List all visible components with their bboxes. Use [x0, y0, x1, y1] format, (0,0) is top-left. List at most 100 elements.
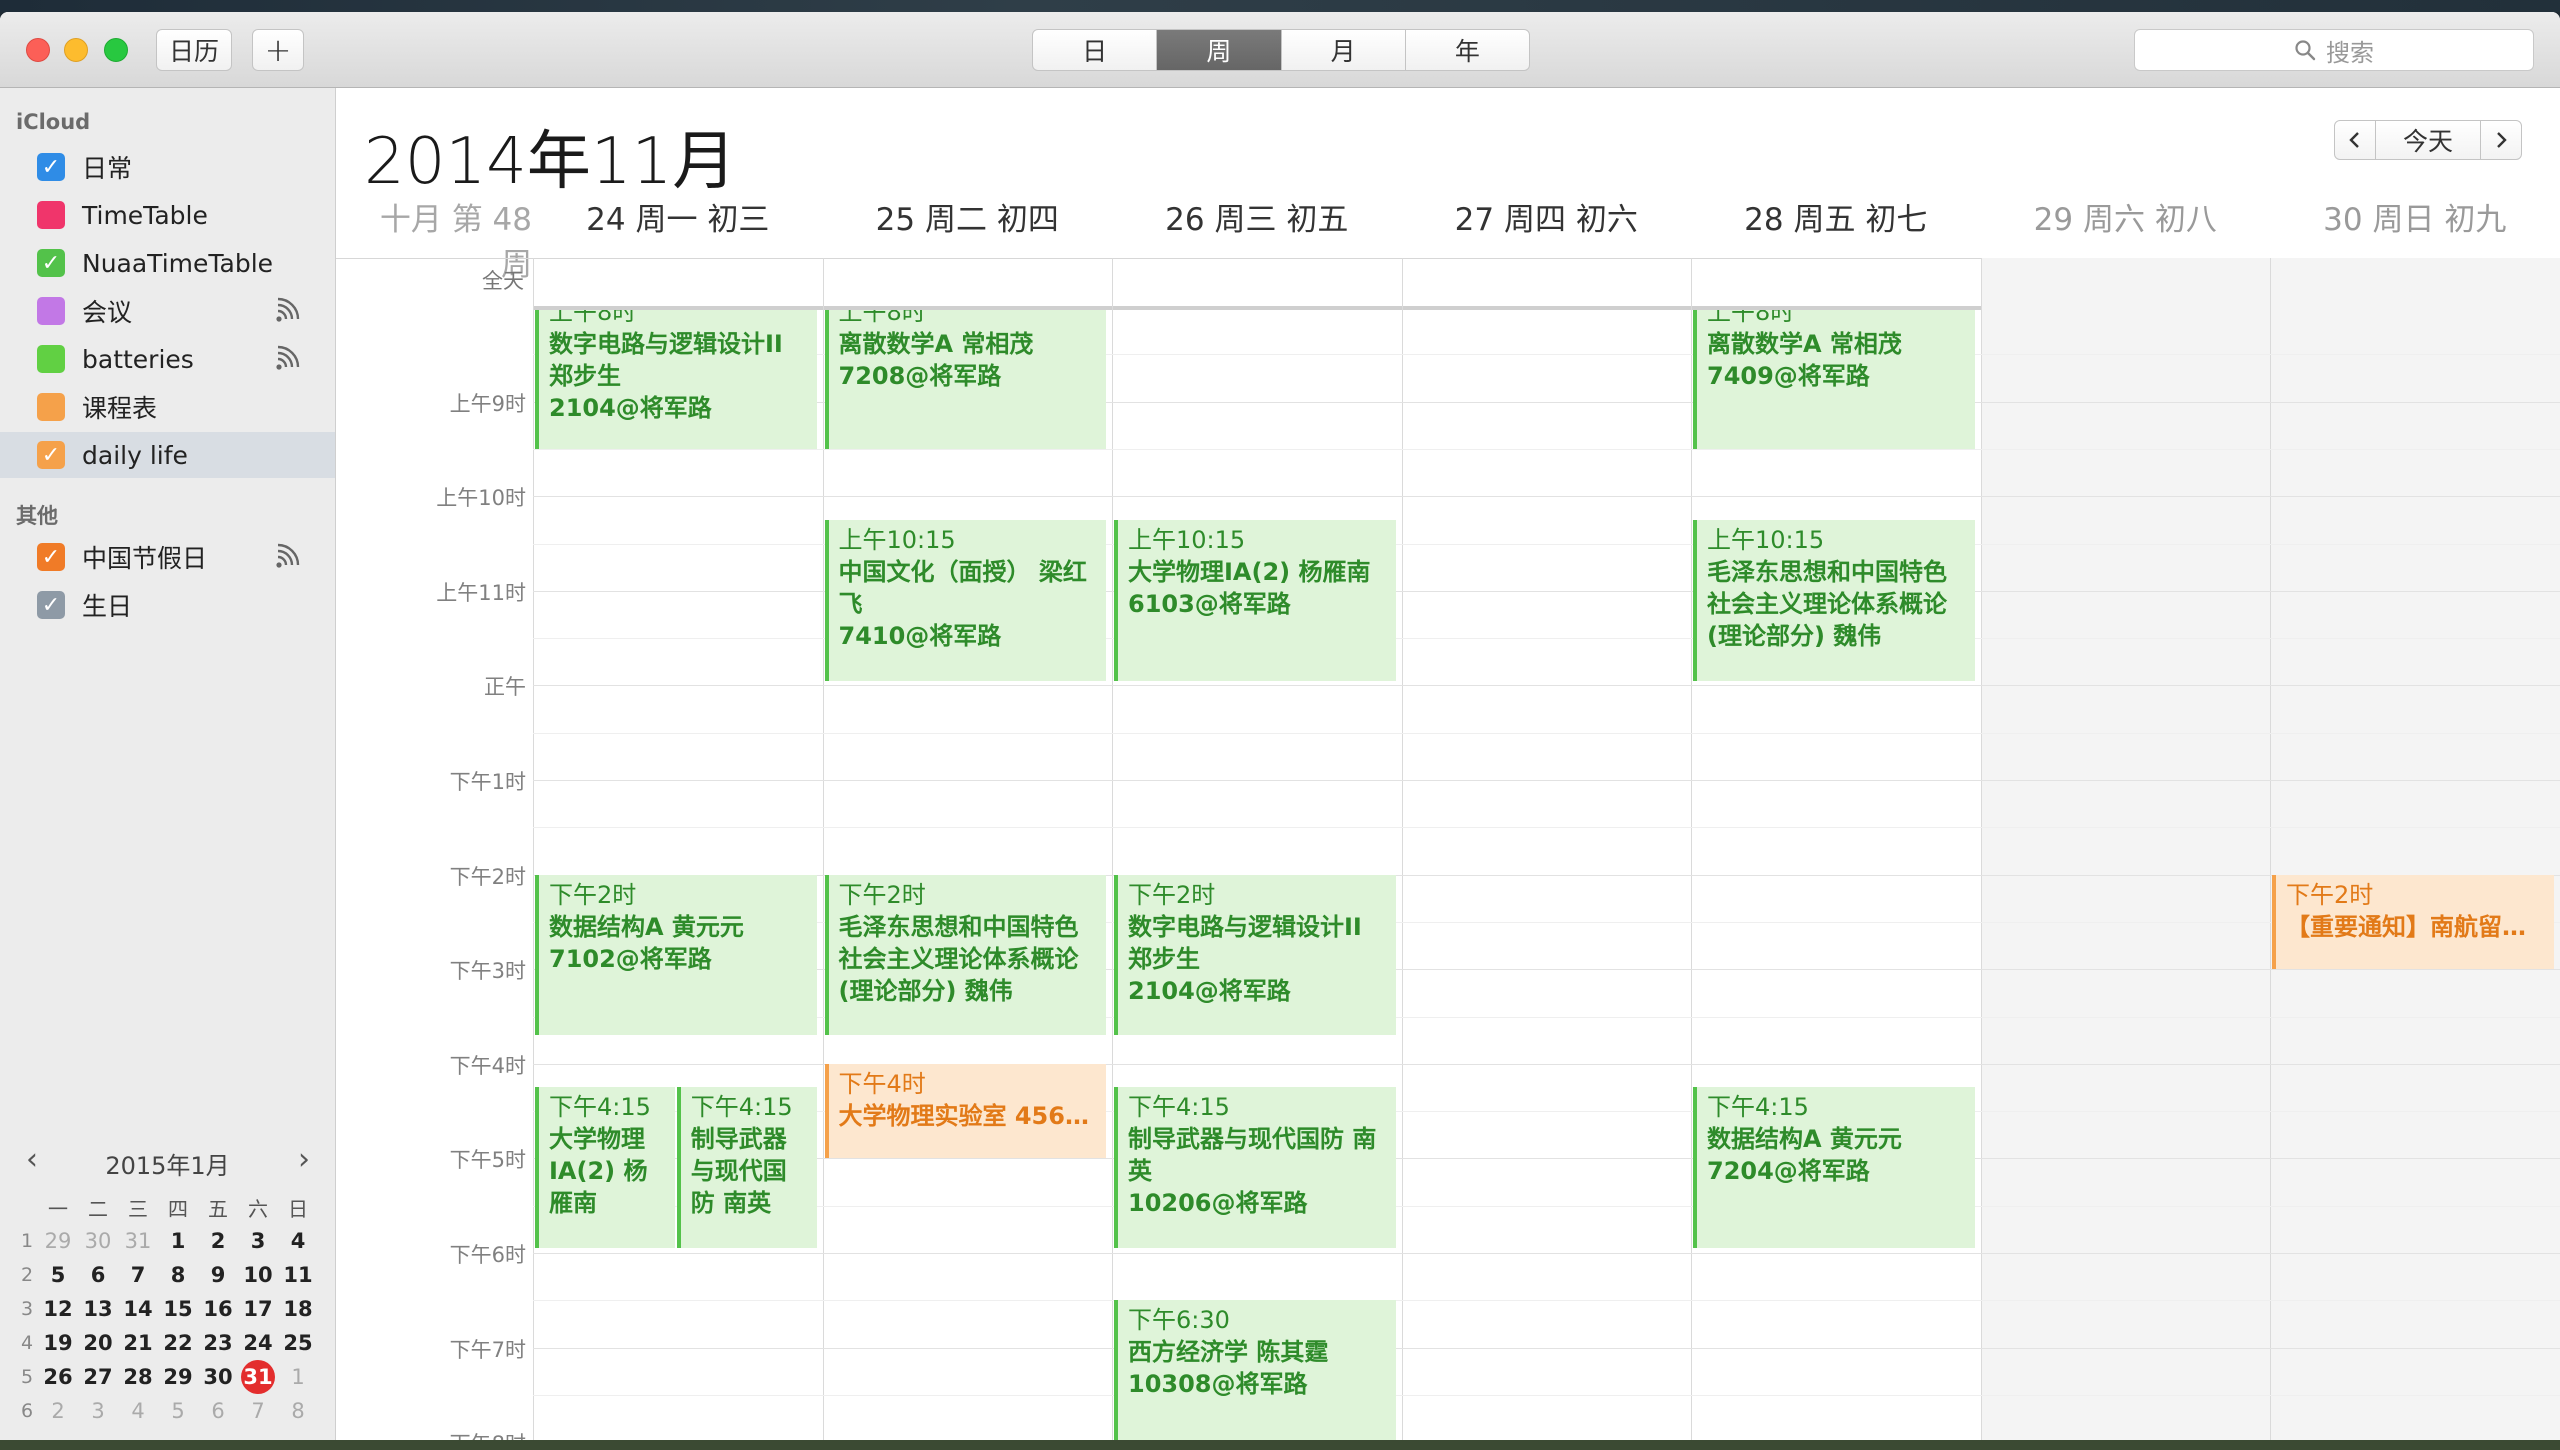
- mini-calendar-day[interactable]: 7: [118, 1263, 158, 1287]
- calendar-item[interactable]: TimeTable: [0, 192, 335, 238]
- mini-calendar-day[interactable]: 30: [198, 1365, 238, 1389]
- next-week-button[interactable]: [2480, 120, 2522, 160]
- mini-calendar-day[interactable]: 2: [38, 1399, 78, 1423]
- calendar-event[interactable]: 上午10:15 毛泽东思想和中国特色社会主义理论体系概论(理论部分) 魏伟: [1693, 519, 1975, 681]
- mini-calendar-day[interactable]: 8: [278, 1399, 318, 1423]
- view-week-tab[interactable]: 周: [1157, 30, 1282, 70]
- calendar-checkbox[interactable]: ✓: [37, 249, 65, 277]
- calendar-event[interactable]: 下午2时 数据结构A 黄元元 7102@将军路: [535, 874, 817, 1036]
- mini-calendar-day[interactable]: 30: [78, 1229, 118, 1253]
- view-month-tab[interactable]: 月: [1282, 30, 1406, 70]
- search-field[interactable]: 搜索: [2134, 29, 2534, 71]
- mini-calendar-day[interactable]: 5: [38, 1263, 78, 1287]
- add-event-button[interactable]: +: [252, 29, 304, 71]
- mini-calendar-day[interactable]: 24: [238, 1331, 278, 1355]
- mini-calendar-day[interactable]: 6: [78, 1263, 118, 1287]
- mini-calendar-day[interactable]: 28: [118, 1365, 158, 1389]
- close-window-button[interactable]: [26, 38, 50, 62]
- calendar-checkbox[interactable]: [37, 297, 65, 325]
- mini-calendar-day[interactable]: 29: [158, 1365, 198, 1389]
- calendar-event[interactable]: 上午10:15 中国文化（面授） 梁红飞 7410@将军路: [824, 519, 1106, 681]
- calendar-item[interactable]: ✓ daily life: [0, 432, 335, 478]
- calendar-checkbox[interactable]: [37, 393, 65, 421]
- today-button[interactable]: 今天: [2376, 120, 2480, 160]
- minimize-window-button[interactable]: [64, 38, 88, 62]
- calendar-checkbox[interactable]: ✓: [37, 153, 65, 181]
- calendar-checkbox[interactable]: [37, 345, 65, 373]
- mini-calendar-day[interactable]: 4: [278, 1229, 318, 1253]
- mini-calendar-day[interactable]: 20: [78, 1331, 118, 1355]
- previous-week-button[interactable]: [2334, 120, 2376, 160]
- mini-calendar-day[interactable]: 21: [118, 1331, 158, 1355]
- chevron-left-icon: [2349, 132, 2359, 148]
- calendar-item[interactable]: batteries: [0, 336, 335, 382]
- mini-calendar-day[interactable]: 31: [118, 1229, 158, 1253]
- day-header[interactable]: 24 周一 初三: [533, 194, 823, 239]
- mini-calendar-day[interactable]: 12: [38, 1297, 78, 1321]
- mini-calendar-day[interactable]: 19: [38, 1331, 78, 1355]
- mini-calendar-day[interactable]: 4: [118, 1399, 158, 1423]
- calendars-button[interactable]: 日历: [156, 29, 232, 71]
- view-day-tab[interactable]: 日: [1033, 30, 1158, 70]
- calendar-event[interactable]: 下午4:15 数据结构A 黄元元 7204@将军路: [1693, 1087, 1975, 1249]
- calendar-event[interactable]: 上午10:15 大学物理IA(2) 杨雁南 6103@将军路: [1114, 519, 1396, 681]
- calendar-item[interactable]: 会议: [0, 288, 335, 334]
- mini-calendar-day[interactable]: 3: [238, 1229, 278, 1253]
- calendar-item[interactable]: ✓ NuaaTimeTable: [0, 240, 335, 286]
- day-header[interactable]: 26 周三 初五: [1112, 194, 1402, 239]
- calendar-checkbox[interactable]: [37, 201, 65, 229]
- mini-calendar-day[interactable]: 10: [238, 1263, 278, 1287]
- calendar-event[interactable]: 下午2时 【重要通知】南航留…: [2272, 874, 2554, 970]
- mini-calendar-day[interactable]: 5: [158, 1399, 198, 1423]
- mini-calendar-day[interactable]: 7: [238, 1399, 278, 1423]
- day-header[interactable]: 25 周二 初四: [823, 194, 1113, 239]
- day-header[interactable]: 30 周日 初九: [2270, 194, 2560, 239]
- calendar-event[interactable]: 下午2时 数字电路与逻辑设计II 郑步生 2104@将军路: [1114, 874, 1396, 1036]
- mini-calendar-day[interactable]: 2: [198, 1229, 238, 1253]
- fullscreen-window-button[interactable]: [104, 38, 128, 62]
- mini-calendar-next-button[interactable]: ›: [286, 1142, 322, 1177]
- calendar-checkbox[interactable]: ✓: [37, 591, 65, 619]
- calendar-checkbox[interactable]: ✓: [37, 441, 65, 469]
- calendar-item[interactable]: ✓ 中国节假日: [0, 534, 335, 580]
- mini-calendar-day[interactable]: 6: [198, 1399, 238, 1423]
- calendar-event[interactable]: 上午8时 数字电路与逻辑设计II 郑步生 2104@将军路: [535, 310, 817, 449]
- mini-calendar-day[interactable]: 25: [278, 1331, 318, 1355]
- mini-calendar-day[interactable]: 26: [38, 1365, 78, 1389]
- mini-calendar-day[interactable]: 16: [198, 1297, 238, 1321]
- mini-calendar-day[interactable]: 3: [78, 1399, 118, 1423]
- mini-calendar-day[interactable]: 9: [198, 1263, 238, 1287]
- event-time: 下午4:15: [549, 1093, 651, 1122]
- mini-calendar-day[interactable]: 27: [78, 1365, 118, 1389]
- calendar-item[interactable]: ✓ 生日: [0, 582, 335, 628]
- calendar-event[interactable]: 下午6:30 西方经济学 陈其霆 10308@将军路: [1114, 1300, 1396, 1440]
- calendar-event[interactable]: 下午4:15 制导武器与现代国防 南英 10206@将军路: [1114, 1087, 1396, 1249]
- mini-calendar-day[interactable]: 18: [278, 1297, 318, 1321]
- mini-calendar-day[interactable]: 1: [278, 1365, 318, 1389]
- mini-calendar-day[interactable]: 29: [38, 1229, 78, 1253]
- calendar-event[interactable]: 上午8时 离散数学A 常相茂 7208@将军路: [824, 310, 1106, 449]
- view-year-tab[interactable]: 年: [1406, 30, 1529, 70]
- mini-calendar-day[interactable]: 13: [78, 1297, 118, 1321]
- calendar-event[interactable]: 上午8时 离散数学A 常相茂 7409@将军路: [1693, 310, 1975, 449]
- day-header[interactable]: 27 周四 初六: [1402, 194, 1692, 239]
- calendar-event[interactable]: 下午2时 毛泽东思想和中国特色社会主义理论体系概论(理论部分) 魏伟: [824, 874, 1106, 1036]
- mini-calendar-day[interactable]: 8: [158, 1263, 198, 1287]
- calendar-event[interactable]: 下午4:15 制导武器与现代国防 南英: [676, 1087, 817, 1249]
- calendar-item[interactable]: ✓ 日常: [0, 144, 335, 190]
- calendar-event[interactable]: 下午4:15 大学物理IA(2) 杨雁南: [535, 1087, 675, 1249]
- calendar-item[interactable]: 课程表: [0, 384, 335, 430]
- mini-calendar-day[interactable]: 15: [158, 1297, 198, 1321]
- calendar-checkbox[interactable]: ✓: [37, 543, 65, 571]
- event-detail: 大学物理IA(2) 杨雁南: [549, 1125, 648, 1218]
- mini-calendar-day[interactable]: 1: [158, 1229, 198, 1253]
- mini-calendar-day[interactable]: 14: [118, 1297, 158, 1321]
- day-header[interactable]: 29 周六 初八: [1981, 194, 2271, 239]
- mini-calendar-day[interactable]: 17: [238, 1297, 278, 1321]
- mini-calendar-day[interactable]: 23: [198, 1331, 238, 1355]
- day-header[interactable]: 28 周五 初七: [1691, 194, 1981, 239]
- mini-calendar-day[interactable]: 11: [278, 1263, 318, 1287]
- calendar-event[interactable]: 下午4时 大学物理实验室 456…: [824, 1063, 1106, 1159]
- mini-calendar-day[interactable]: 31: [238, 1360, 278, 1394]
- mini-calendar-day[interactable]: 22: [158, 1331, 198, 1355]
